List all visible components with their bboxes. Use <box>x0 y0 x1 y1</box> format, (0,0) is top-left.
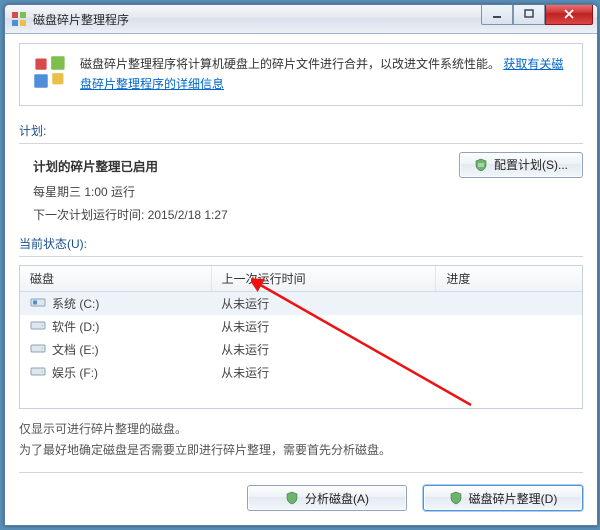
drive-name: 娱乐 (F:) <box>52 364 98 381</box>
drive-progress <box>436 315 582 338</box>
drive-name: 软件 (D:) <box>52 318 99 335</box>
divider <box>19 143 583 144</box>
configure-schedule-label: 配置计划(S)... <box>494 156 568 173</box>
schedule-row: 计划的碎片整理已启用 每星期三 1:00 运行 下一次计划运行时间: 2015/… <box>19 150 583 223</box>
info-panel: 磁盘碎片整理程序将计算机硬盘上的碎片文件进行合并，以改进文件系统性能。 获取有关… <box>19 43 583 106</box>
shield-icon <box>449 491 463 505</box>
status-section-label: 当前状态(U): <box>19 235 583 252</box>
defrag-button[interactable]: 磁盘碎片整理(D) <box>423 485 583 511</box>
footnote-line2: 为了最好地确定磁盘是否需要立即进行碎片整理，需要首先分析磁盘。 <box>19 440 583 460</box>
divider <box>19 256 583 257</box>
defrag-icon <box>11 11 27 27</box>
info-text: 磁盘碎片整理程序将计算机硬盘上的碎片文件进行合并，以改进文件系统性能。 获取有关… <box>80 54 570 95</box>
window-title: 磁盘碎片整理程序 <box>33 11 481 28</box>
defrag-label: 磁盘碎片整理(D) <box>469 490 558 507</box>
analyze-button[interactable]: 分析磁盘(A) <box>247 485 407 511</box>
drive-last-run: 从未运行 <box>211 361 436 384</box>
table-row[interactable]: 软件 (D:) 从未运行 <box>20 315 582 338</box>
col-progress[interactable]: 进度 <box>436 266 582 292</box>
configure-schedule-button[interactable]: 配置计划(S)... <box>459 152 583 178</box>
table-row[interactable]: 系统 (C:) 从未运行 <box>20 291 582 315</box>
drive-name: 系统 (C:) <box>52 295 99 312</box>
window-buttons <box>481 4 593 25</box>
drive-icon <box>30 319 46 334</box>
col-last-run[interactable]: 上一次运行时间 <box>211 266 436 292</box>
drive-progress <box>436 338 582 361</box>
action-buttons: 分析磁盘(A) 磁盘碎片整理(D) <box>19 472 583 511</box>
schedule-title: 计划的碎片整理已启用 <box>33 156 429 175</box>
defrag-icon-large <box>32 54 68 90</box>
disk-table: 磁盘 上一次运行时间 进度 系统 (C:)从未运行软件 (D:)从未运行文档 (… <box>19 265 583 410</box>
table-header-row: 磁盘 上一次运行时间 进度 <box>20 266 582 292</box>
footnote-line1: 仅显示可进行碎片整理的磁盘。 <box>19 419 583 439</box>
col-disk[interactable]: 磁盘 <box>20 266 211 292</box>
close-button[interactable] <box>545 4 593 25</box>
drive-icon <box>30 342 46 357</box>
drive-icon <box>30 365 46 380</box>
drive-last-run: 从未运行 <box>211 338 436 361</box>
shield-icon <box>474 158 488 172</box>
drive-progress <box>436 291 582 315</box>
schedule-frequency: 每星期三 1:00 运行 <box>33 183 429 200</box>
drive-name: 文档 (E:) <box>52 341 99 358</box>
drive-progress <box>436 361 582 384</box>
footnote: 仅显示可进行碎片整理的磁盘。 为了最好地确定磁盘是否需要立即进行碎片整理，需要首… <box>19 409 583 460</box>
app-window: 磁盘碎片整理程序 磁盘碎片整理程序将计算机硬盘上的碎片文件进行合并，以改进文件系… <box>4 4 598 526</box>
drive-last-run: 从未运行 <box>211 291 436 315</box>
minimize-button[interactable] <box>481 4 513 25</box>
schedule-section-label: 计划: <box>19 122 583 139</box>
maximize-button[interactable] <box>513 4 545 25</box>
analyze-label: 分析磁盘(A) <box>305 490 369 507</box>
table-row[interactable]: 娱乐 (F:) 从未运行 <box>20 361 582 384</box>
titlebar: 磁盘碎片整理程序 <box>5 5 597 34</box>
schedule-next-run: 下一次计划运行时间: 2015/2/18 1:27 <box>33 206 429 223</box>
info-description: 磁盘碎片整理程序将计算机硬盘上的碎片文件进行合并，以改进文件系统性能。 <box>80 57 500 71</box>
shield-icon <box>285 491 299 505</box>
content-area: 磁盘碎片整理程序将计算机硬盘上的碎片文件进行合并，以改进文件系统性能。 获取有关… <box>5 33 597 525</box>
drive-icon <box>30 296 46 311</box>
drive-last-run: 从未运行 <box>211 315 436 338</box>
table-row[interactable]: 文档 (E:) 从未运行 <box>20 338 582 361</box>
